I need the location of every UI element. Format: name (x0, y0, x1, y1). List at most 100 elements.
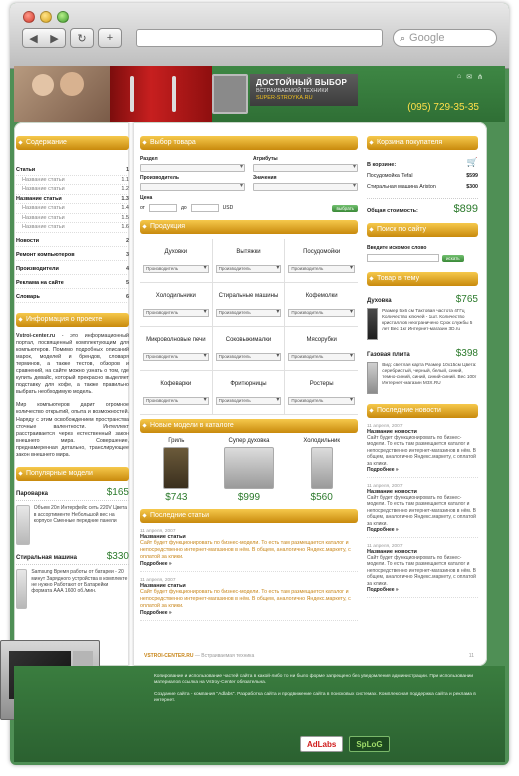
product-category-name[interactable]: Кофеварки (143, 375, 209, 393)
price-label: Цена (140, 195, 153, 201)
reload-button[interactable]: ↻ (70, 28, 94, 48)
popular-item-name[interactable]: Стиральная машина (16, 555, 77, 561)
article-more-link[interactable]: Подробнее » (140, 561, 358, 567)
filter-title: Выбор товара (140, 136, 358, 150)
attributes-select[interactable] (253, 163, 358, 172)
manufacturer-select[interactable]: Производитель (143, 309, 209, 317)
back-arrow-icon[interactable]: ◀ (29, 32, 37, 45)
oven-image[interactable] (223, 447, 274, 489)
manufacturer-select[interactable]: Производитель (215, 353, 282, 361)
product-category-name[interactable]: Посудомойки (288, 243, 355, 261)
news-item: 11 апреля, 2007 Название новости Сайт бу… (367, 544, 478, 599)
family-photo (14, 66, 110, 122)
toc-item[interactable]: Ремонт компьютеров 3 (16, 247, 129, 261)
product-category-name[interactable]: Духовки (143, 243, 209, 261)
product-category: Соковыжималки Производитель (212, 327, 286, 371)
cart-icon[interactable]: 🛒 (467, 157, 478, 168)
new-model-name[interactable]: Гриль (140, 438, 213, 444)
close-window-button[interactable] (23, 11, 35, 23)
browser-search-field[interactable]: ⌕ Google (393, 29, 497, 47)
manufacturer-select[interactable]: Производитель (143, 397, 209, 405)
article-more-link[interactable]: Подробнее » (140, 610, 358, 616)
values-select[interactable] (253, 182, 358, 191)
site-search-button[interactable]: искать (442, 254, 464, 262)
price-to-input[interactable] (190, 204, 219, 212)
toc-item-label: Название статьи (22, 214, 65, 221)
manufacturer-select[interactable]: Производитель (288, 353, 355, 361)
product-category-name[interactable]: Микроволновые печи (143, 331, 209, 349)
manufacturer-select[interactable]: Производитель (215, 265, 282, 273)
product-category: Микроволновые печи Производитель (140, 327, 213, 371)
manufacturer-select[interactable] (140, 182, 245, 191)
theme-item-name[interactable]: Газовая плита (367, 352, 410, 358)
toc-item[interactable]: Название статьи 1.3 (16, 195, 129, 204)
footer-credits: Создание сайта - компания "Adlabs". Разр… (154, 691, 476, 704)
product-category-name[interactable]: Мясорубки (288, 331, 355, 349)
toc-item[interactable]: Статьи 1 (16, 166, 129, 176)
site-search: Поиск по сайту Введите искомое слово иск… (367, 223, 478, 262)
adlabs-logo[interactable]: AdLabs (300, 736, 344, 752)
zoom-window-button[interactable] (57, 11, 69, 23)
minimize-window-button[interactable] (40, 11, 52, 23)
footer-site-link[interactable]: VSTROI-CENTER.RU (144, 653, 193, 659)
price-from-input[interactable] (148, 204, 177, 212)
steamer-image[interactable] (16, 505, 30, 546)
stove-image (212, 74, 248, 114)
product-category-name[interactable]: Ростеры (288, 375, 355, 393)
page-footer: VSTROI-CENTER.RU — Встраиваемая техника … (144, 653, 474, 659)
cart-item-name[interactable]: Стиральная машина Ariston (367, 184, 436, 190)
fridge-image[interactable] (310, 447, 333, 489)
mail-icon[interactable]: ✉ (466, 73, 472, 81)
new-models-title: Новые модели в каталоге (140, 419, 358, 433)
manufacturer-select[interactable]: Производитель (215, 309, 282, 317)
add-bookmark-button[interactable]: + (98, 28, 122, 48)
header-icons: ⌂ ✉ ⋔ (457, 73, 483, 81)
toc-item[interactable]: Производители 4 (16, 261, 129, 275)
manufacturer-select[interactable]: Производитель (215, 397, 282, 405)
toc-item-number: 3 (125, 251, 129, 258)
new-model-name[interactable]: Холодильник (285, 438, 358, 444)
toc-item[interactable]: Название статьи 1.1 (16, 176, 129, 185)
toc-item-number: 1.2 (121, 186, 129, 192)
product-category-name[interactable]: Фритюрницы (216, 375, 282, 393)
address-bar[interactable] (136, 29, 383, 47)
manufacturer-select[interactable]: Производитель (143, 265, 209, 273)
toc-item[interactable]: Название статьи 1.6 (16, 223, 129, 233)
manufacturer-select[interactable]: Производитель (288, 265, 355, 273)
grill-image[interactable] (163, 447, 190, 489)
cart-item-name[interactable]: Посудомойка Tefal (367, 173, 413, 179)
splog-logo[interactable]: SpLoG (349, 736, 390, 752)
popular-item-name[interactable]: Пароварка (16, 491, 48, 497)
select-button[interactable]: выбрать (332, 204, 358, 212)
sitemap-icon[interactable]: ⋔ (477, 73, 483, 81)
toc-item[interactable]: Реклама на сайте 5 (16, 275, 129, 289)
forward-arrow-icon[interactable]: ▶ (50, 32, 58, 45)
product-category-name[interactable]: Холодильники (143, 287, 209, 305)
manufacturer-select[interactable]: Производитель (288, 397, 355, 405)
new-models-grid: Гриль $743 Супер духовка $999 Холодильни… (140, 438, 358, 503)
toc-item[interactable]: Название статьи 1.4 (16, 204, 129, 214)
news-more-link[interactable]: Подробнее » (367, 527, 478, 533)
toc-item[interactable]: Название статьи 1.5 (16, 214, 129, 223)
news-more-link[interactable]: Подробнее » (367, 587, 478, 593)
toc-item[interactable]: Новости 2 (16, 233, 129, 247)
manufacturer-select[interactable]: Производитель (288, 309, 355, 317)
toc-item[interactable]: Название статьи 1.2 (16, 185, 129, 195)
product-category-name[interactable]: Стиральные машины (216, 287, 282, 305)
product-category-name[interactable]: Вытяжки (216, 243, 282, 261)
home-icon[interactable]: ⌂ (457, 73, 461, 81)
oven-image[interactable] (367, 308, 379, 340)
toc-item[interactable]: Словарь 6 (16, 289, 129, 303)
washing-machine-image[interactable] (16, 569, 28, 610)
product-category-name[interactable]: Кофемолки (288, 287, 355, 305)
theme-item-name[interactable]: Духовка (367, 298, 392, 304)
manufacturer-select[interactable]: Производитель (143, 353, 209, 361)
back-forward-button[interactable]: ◀ ▶ (22, 28, 66, 48)
news-more-link[interactable]: Подробнее » (367, 467, 478, 473)
site-search-input[interactable] (367, 254, 439, 262)
new-model-name[interactable]: Супер духовка (213, 438, 286, 444)
gas-hob-image[interactable] (367, 362, 379, 394)
product-category-name[interactable]: Соковыжималки (216, 331, 282, 349)
section-select[interactable] (140, 163, 245, 172)
news-text: Сайт будет функционировать по бизнес-мод… (367, 435, 476, 467)
